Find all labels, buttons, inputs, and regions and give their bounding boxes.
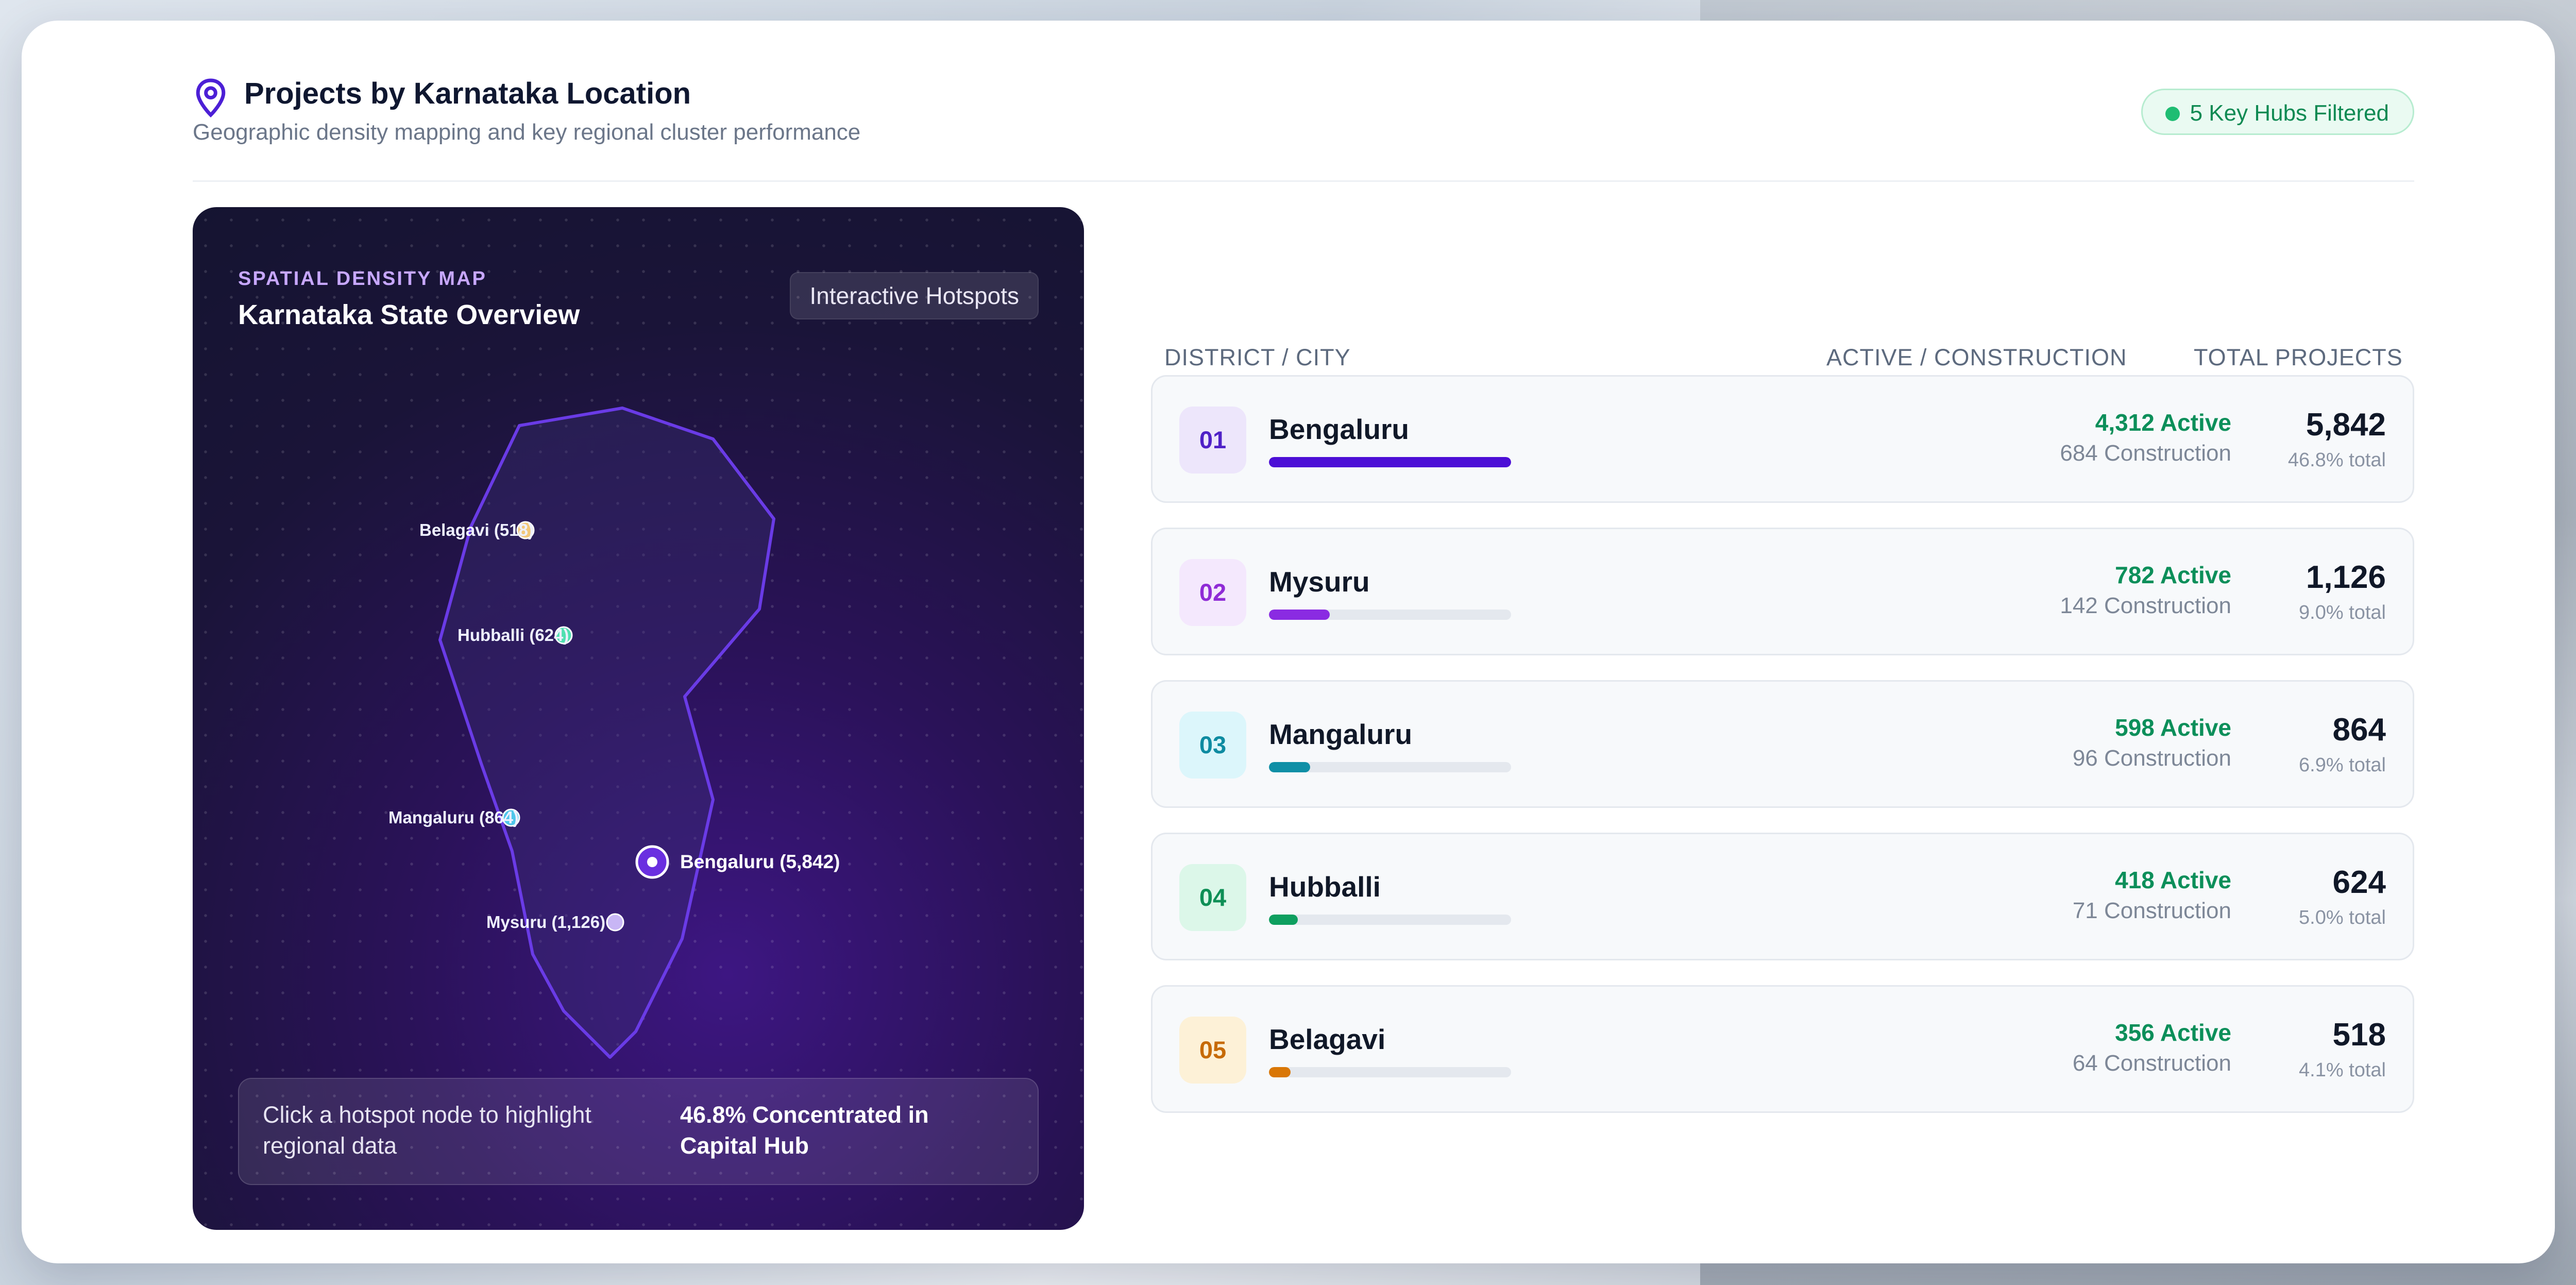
share-bar-track <box>1269 1067 1511 1077</box>
rank-badge: 01 <box>1179 407 1246 474</box>
total-projects-cell: 518 4.1% total <box>2299 1017 2386 1081</box>
city-name: Mysuru <box>1269 566 1370 598</box>
table-row[interactable]: 03 Mangaluru 598 Active 96 Construction … <box>1151 680 2414 808</box>
share-bar-fill <box>1269 915 1298 925</box>
hubs-filter-badge[interactable]: 5 Key Hubs Filtered <box>2141 89 2414 135</box>
total-projects: 864 <box>2332 712 2386 748</box>
rank-badge: 05 <box>1179 1017 1246 1084</box>
insight-concentration: 46.8% Concentrated in Capital Hub <box>680 1102 929 1159</box>
active-construction-cell: 418 Active 71 Construction <box>2073 866 2231 924</box>
active-construction-cell: 598 Active 96 Construction <box>2073 714 2231 771</box>
total-projects-cell: 1,126 9.0% total <box>2299 559 2386 624</box>
share-bar-fill <box>1269 457 1511 467</box>
total-percentage: 46.8% total <box>2287 449 2386 471</box>
total-percentage: 9.0% total <box>2299 602 2386 623</box>
active-construction-cell: 782 Active 142 Construction <box>2060 561 2231 619</box>
total-projects-cell: 864 6.9% total <box>2299 712 2386 776</box>
share-bar-track <box>1269 762 1511 772</box>
rank-badge: 03 <box>1179 712 1246 779</box>
city-name: Mangaluru <box>1269 718 1413 750</box>
total-projects: 624 <box>2332 865 2386 900</box>
header: Projects by Karnataka Location Geographi… <box>193 72 2414 182</box>
page-subtitle: Geographic density mapping and key regio… <box>193 120 861 145</box>
hotspot-mysuru[interactable] <box>606 913 624 932</box>
total-projects: 5,842 <box>2306 407 2386 443</box>
active-count: 418 Active <box>2115 867 2231 893</box>
karnataka-map: Belagavi (518) Hubballi (624) Mangaluru … <box>388 407 840 1059</box>
status-dot-icon <box>2165 107 2180 121</box>
total-projects: 1,126 <box>2306 560 2386 595</box>
main-card: Projects by Karnataka Location Geographi… <box>22 21 2555 1263</box>
share-bar-fill <box>1269 1067 1291 1077</box>
total-projects-cell: 5,842 46.8% total <box>2288 407 2386 471</box>
share-bar-track <box>1269 610 1511 620</box>
total-percentage: 6.9% total <box>2299 754 2386 776</box>
table-row[interactable]: 01 Bengaluru 4,312 Active 684 Constructi… <box>1151 375 2414 503</box>
share-bar-track <box>1269 457 1511 467</box>
column-header-total: TOTAL PROJECTS <box>2194 344 2403 370</box>
table-row[interactable]: 02 Mysuru 782 Active 142 Construction 1,… <box>1151 528 2414 655</box>
active-count: 598 Active <box>2115 714 2231 741</box>
map-label-mysuru: Mysuru (1,126) <box>486 912 605 932</box>
active-construction-cell: 356 Active 64 Construction <box>2073 1019 2231 1076</box>
city-name: Hubballi <box>1269 871 1381 903</box>
rank-badge: 02 <box>1179 559 1246 626</box>
city-name: Bengaluru <box>1269 413 1409 445</box>
location-pin-icon <box>196 78 226 118</box>
map-label-hubballi: Hubballi (624) <box>457 625 569 645</box>
page-title: Projects by Karnataka Location <box>244 77 691 110</box>
share-bar-track <box>1269 915 1511 925</box>
insight-box: Click a hotspot node to highlight region… <box>238 1078 1039 1185</box>
active-count: 4,312 Active <box>2095 409 2231 436</box>
table-row[interactable]: 04 Hubballi 418 Active 71 Construction 6… <box>1151 833 2414 960</box>
active-construction-cell: 4,312 Active 684 Construction <box>2060 409 2231 466</box>
construction-count: 96 Construction <box>2072 746 2231 771</box>
column-header-district: DISTRICT / CITY <box>1164 344 1351 370</box>
total-percentage: 5.0% total <box>2299 907 2386 928</box>
hubs-filter-label: 5 Key Hubs Filtered <box>2190 100 2389 126</box>
table-row[interactable]: 05 Belagavi 356 Active 64 Construction 5… <box>1151 985 2414 1113</box>
table-header: DISTRICT / CITY ACTIVE / CONSTRUCTION TO… <box>1164 344 2414 375</box>
total-projects: 518 <box>2332 1017 2386 1053</box>
construction-count: 684 Construction <box>2060 441 2231 466</box>
map-panel: SPATIAL DENSITY MAP Karnataka State Over… <box>193 207 1084 1230</box>
map-label-bengaluru: Bengaluru (5,842) <box>680 851 840 872</box>
total-percentage: 4.1% total <box>2299 1059 2386 1081</box>
share-bar-fill <box>1269 762 1310 772</box>
rank-badge: 04 <box>1179 864 1246 931</box>
insight-hint: Click a hotspot node to highlight region… <box>263 1102 591 1159</box>
column-header-active: ACTIVE / CONSTRUCTION <box>1826 344 2127 370</box>
hotspot-bengaluru[interactable] <box>635 845 669 879</box>
city-name: Belagavi <box>1269 1023 1386 1055</box>
map-label-mangaluru: Mangaluru (864) <box>388 808 519 827</box>
construction-count: 64 Construction <box>2072 1051 2231 1076</box>
construction-count: 71 Construction <box>2072 898 2231 923</box>
active-count: 356 Active <box>2115 1019 2231 1046</box>
karnataka-state-outline <box>438 407 775 1059</box>
map-label-belagavi: Belagavi (518) <box>419 520 534 539</box>
active-count: 782 Active <box>2115 562 2231 588</box>
construction-count: 142 Construction <box>2060 593 2231 618</box>
share-bar-fill <box>1269 610 1330 620</box>
total-projects-cell: 624 5.0% total <box>2299 864 2386 929</box>
